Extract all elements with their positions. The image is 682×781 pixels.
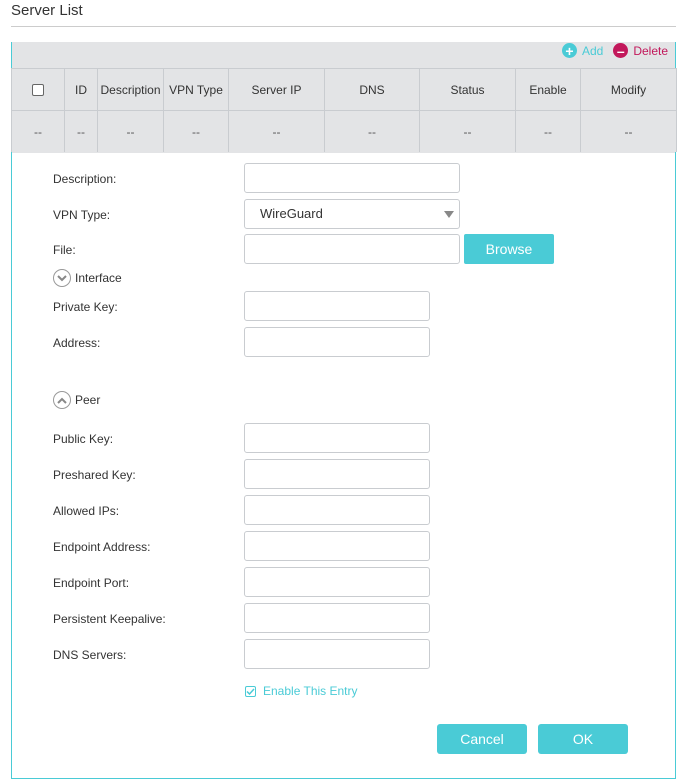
private-key-input[interactable] xyxy=(244,291,430,321)
file-input[interactable] xyxy=(244,234,460,264)
checkbox-icon xyxy=(245,685,256,697)
server-table: ID Description VPN Type Server IP DNS St… xyxy=(11,68,677,152)
preshared-key-label: Preshared Key: xyxy=(53,468,136,482)
file-label: File: xyxy=(53,243,76,257)
public-key-label: Public Key: xyxy=(53,432,114,446)
table-cell: -- xyxy=(419,110,516,152)
peer-section-label: Peer xyxy=(75,393,101,407)
browse-button[interactable]: Browse xyxy=(464,234,554,264)
column-header[interactable]: DNS xyxy=(324,68,420,111)
description-input[interactable] xyxy=(244,163,460,193)
column-header[interactable]: VPN Type xyxy=(163,68,229,111)
page-title: Server List xyxy=(11,2,83,19)
chevron-up-circle-icon xyxy=(53,391,71,409)
persistent-keepalive-input[interactable] xyxy=(244,603,430,633)
table-cell: -- xyxy=(228,110,325,152)
table-cell: -- xyxy=(11,110,65,152)
select-all-checkbox[interactable] xyxy=(32,84,44,97)
enable-entry-checkbox[interactable]: Enable This Entry xyxy=(245,684,358,698)
interface-section-label: Interface xyxy=(75,271,122,285)
table-toolbar: + Add – Delete xyxy=(552,42,668,59)
endpoint-port-label: Endpoint Port: xyxy=(53,576,130,590)
title-divider xyxy=(11,26,676,27)
allowed-ips-input[interactable] xyxy=(244,495,430,525)
address-label: Address: xyxy=(53,336,101,350)
enable-entry-label: Enable This Entry xyxy=(263,684,358,698)
table-cell: -- xyxy=(515,110,581,152)
ok-button[interactable]: OK xyxy=(538,724,628,754)
vpn-type-select[interactable]: WireGuard xyxy=(244,199,460,229)
table-cell: -- xyxy=(64,110,98,152)
column-header[interactable]: ID xyxy=(64,68,98,111)
select-all-header[interactable] xyxy=(11,68,65,111)
dns-servers-label: DNS Servers: xyxy=(53,648,127,662)
vpn-type-value: WireGuard xyxy=(260,206,323,221)
delete-button-label: Delete xyxy=(633,43,668,58)
delete-button[interactable]: – Delete xyxy=(613,43,668,58)
cancel-button[interactable]: Cancel xyxy=(437,724,527,754)
private-key-label: Private Key: xyxy=(53,300,118,314)
caret-down-icon xyxy=(444,211,454,218)
peer-section-toggle[interactable]: Peer xyxy=(53,391,100,409)
description-label: Description: xyxy=(53,172,117,186)
persistent-keepalive-label: Persistent Keepalive: xyxy=(53,612,166,626)
chevron-down-circle-icon xyxy=(53,269,71,287)
public-key-input[interactable] xyxy=(244,423,430,453)
add-button-label: Add xyxy=(581,43,604,58)
table-row[interactable]: -- -- -- -- -- -- -- -- -- xyxy=(11,110,677,152)
address-input[interactable] xyxy=(244,327,430,357)
minus-circle-icon: – xyxy=(613,43,629,58)
preshared-key-input[interactable] xyxy=(244,459,430,489)
endpoint-port-input[interactable] xyxy=(244,567,430,597)
add-button[interactable]: + Add xyxy=(561,43,604,58)
interface-section-toggle[interactable]: Interface xyxy=(53,269,122,287)
column-header[interactable]: Enable xyxy=(515,68,581,111)
table-cell: -- xyxy=(580,110,677,152)
table-cell: -- xyxy=(97,110,164,152)
table-cell: -- xyxy=(324,110,420,152)
vpn-type-label: VPN Type: xyxy=(53,208,111,222)
column-header[interactable]: Server IP xyxy=(228,68,325,111)
table-header-row: ID Description VPN Type Server IP DNS St… xyxy=(11,68,677,111)
dns-servers-input[interactable] xyxy=(244,639,430,669)
endpoint-address-label: Endpoint Address: xyxy=(53,540,151,554)
column-header[interactable]: Modify xyxy=(580,68,677,111)
allowed-ips-label: Allowed IPs: xyxy=(53,504,120,518)
column-header[interactable]: Description xyxy=(97,68,164,111)
plus-circle-icon: + xyxy=(561,43,577,58)
endpoint-address-input[interactable] xyxy=(244,531,430,561)
column-header[interactable]: Status xyxy=(419,68,516,111)
table-cell: -- xyxy=(163,110,229,152)
